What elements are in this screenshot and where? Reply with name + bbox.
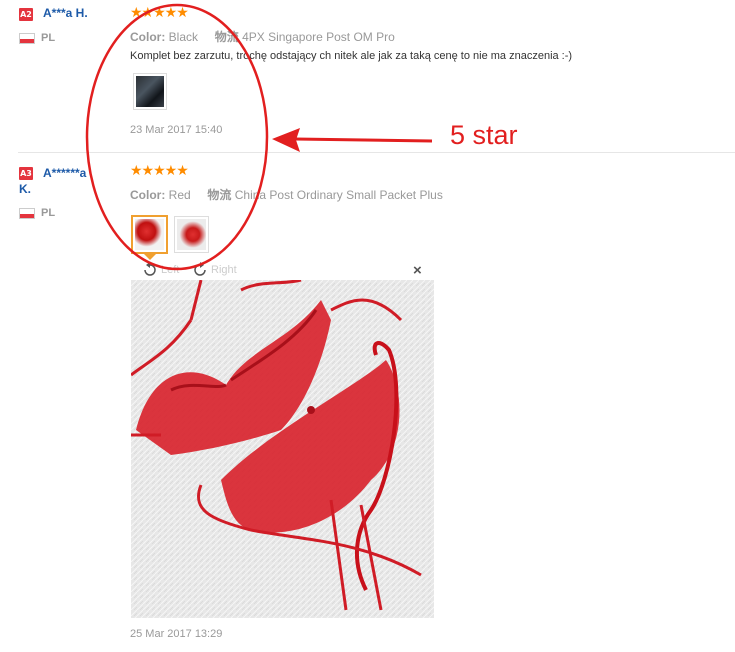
annotation-ellipse — [85, 3, 269, 271]
annotation-label: 5 star — [450, 120, 518, 150]
annotation-arrow — [294, 137, 433, 143]
annotation-arrowhead — [272, 128, 300, 152]
annotation-overlay — [85, 3, 433, 271]
